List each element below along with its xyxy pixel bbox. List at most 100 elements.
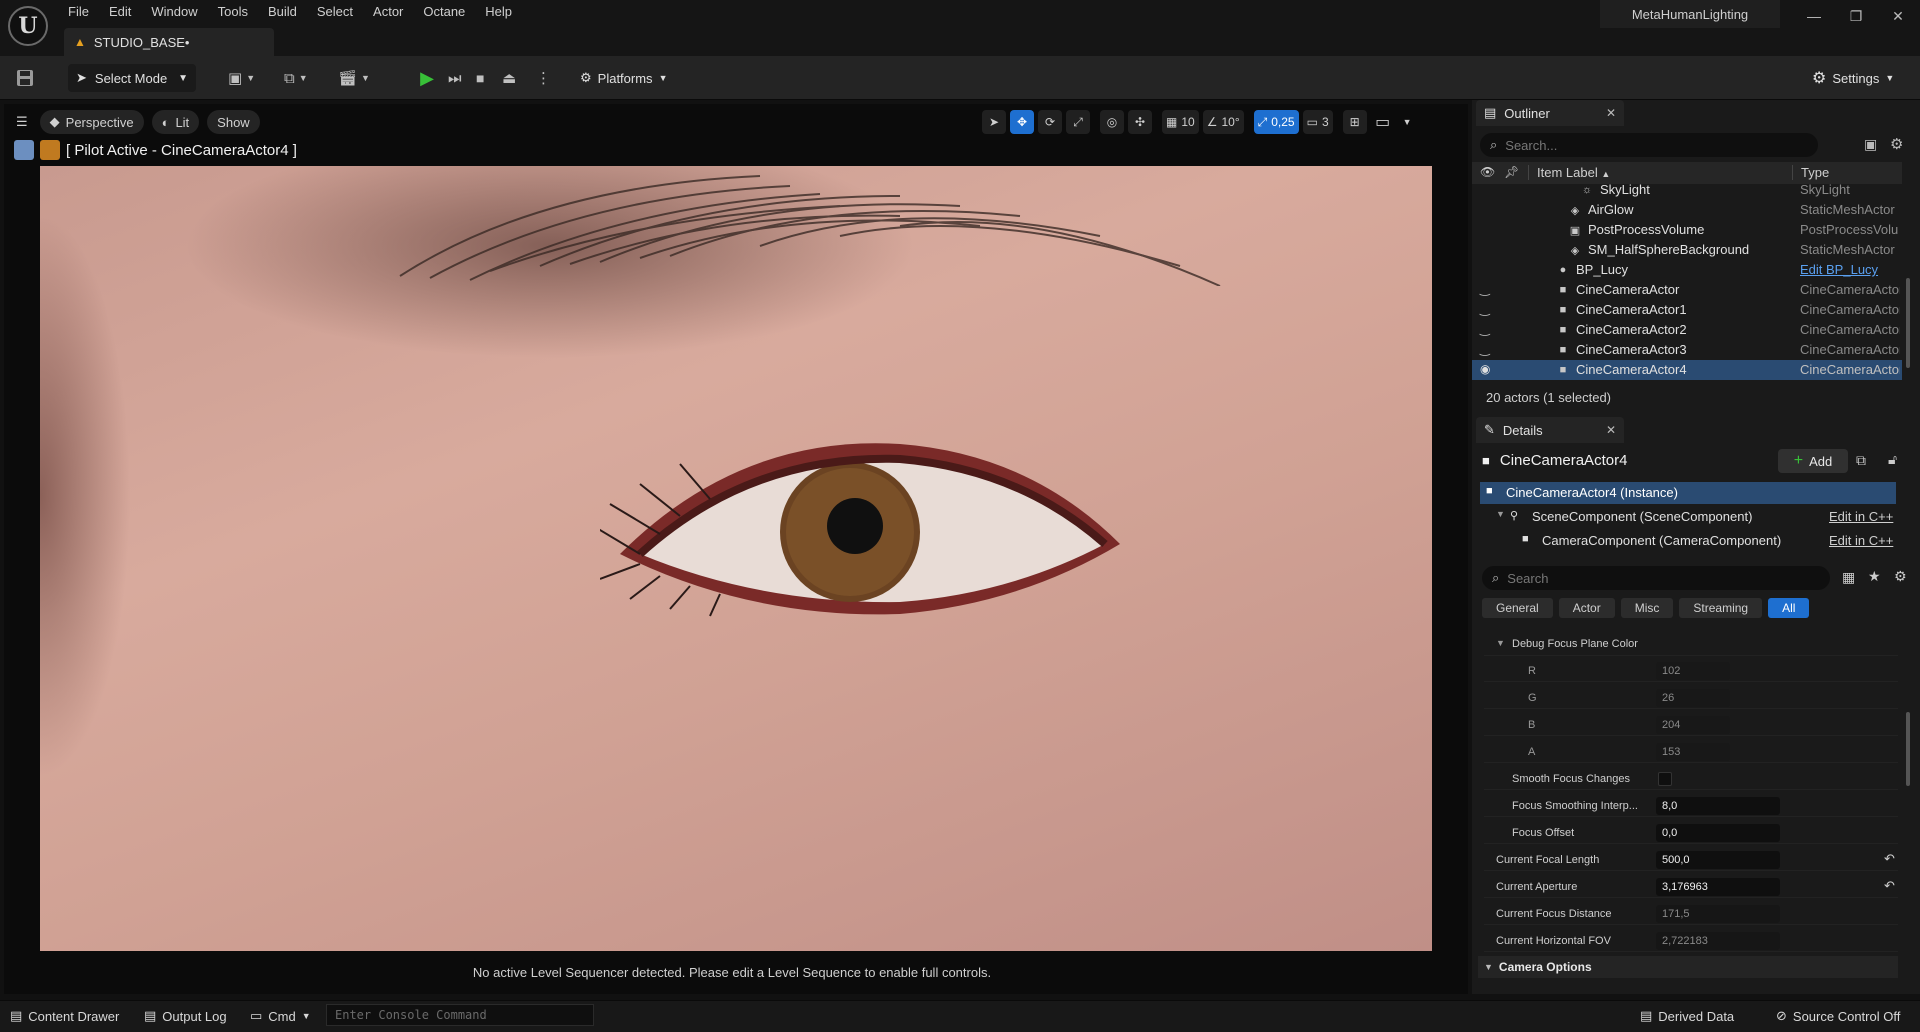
- smooth-focus-checkbox[interactable]: [1658, 772, 1672, 786]
- play-icon[interactable]: ▶: [416, 66, 438, 90]
- menu-help[interactable]: Help: [475, 2, 522, 22]
- item-label-header[interactable]: Item Label ▲: [1528, 165, 1610, 180]
- outliner-settings-icon[interactable]: ⚙: [1890, 135, 1903, 153]
- close-icon[interactable]: ✕: [1606, 106, 1616, 120]
- lit-button[interactable]: ◐ Lit: [151, 110, 200, 134]
- filter-streaming[interactable]: Streaming: [1679, 598, 1763, 618]
- reset-icon[interactable]: ↶: [1884, 878, 1895, 894]
- details-settings-icon[interactable]: ⚙: [1894, 568, 1907, 585]
- color-swatch[interactable]: [1656, 636, 1776, 654]
- hidden-eye-icon[interactable]: ‿: [1480, 342, 1496, 356]
- edit-blueprint-link[interactable]: Edit BP_Lucy: [1800, 262, 1900, 277]
- eject-pilot-icon[interactable]: [14, 140, 34, 160]
- expand-arrow-icon[interactable]: ▼: [1496, 638, 1505, 648]
- translate-tool-icon[interactable]: ✥: [1010, 110, 1034, 134]
- filter-general[interactable]: General: [1482, 598, 1553, 618]
- component-row[interactable]: ▼ ⚲ SceneComponent (SceneComponent) Edit…: [1480, 506, 1896, 528]
- blueprint-button[interactable]: ⧉ ▼: [284, 66, 308, 90]
- component-row[interactable]: ■ CameraComponent (CameraComponent) Edit…: [1480, 530, 1896, 552]
- focus-smoothing-field[interactable]: 8,0: [1656, 797, 1780, 815]
- pin-header-icon[interactable]: 📌︎: [1504, 165, 1519, 179]
- outliner-row[interactable]: ‿ ■ CineCameraActor CineCameraActor: [1472, 280, 1902, 300]
- a-value-field[interactable]: 153: [1656, 743, 1730, 761]
- table-view-icon[interactable]: ▦: [1842, 569, 1855, 586]
- world-space-icon[interactable]: ◎: [1100, 110, 1124, 134]
- tab-details[interactable]: ✎ Details ✕: [1476, 417, 1624, 443]
- menu-edit[interactable]: Edit: [99, 2, 141, 22]
- scale-snap-button[interactable]: ⤢ 0,25: [1253, 110, 1299, 134]
- hidden-eye-icon[interactable]: ‿: [1480, 322, 1496, 336]
- outliner-row[interactable]: ☼ SkyLight SkyLight: [1472, 180, 1902, 200]
- unreal-logo-icon[interactable]: U: [8, 6, 48, 46]
- restore-icon[interactable]: ❐: [1846, 6, 1866, 26]
- select-mode-dropdown[interactable]: ➤ Select Mode ▼: [68, 64, 196, 92]
- visible-eye-icon[interactable]: ◉: [1480, 362, 1496, 376]
- save-icon[interactable]: [14, 68, 36, 88]
- content-drawer-button[interactable]: ▤ Content Drawer: [10, 1006, 119, 1026]
- filter-all[interactable]: All: [1768, 598, 1810, 618]
- select-tool-icon[interactable]: ➤: [982, 110, 1006, 134]
- edit-in-cpp-link[interactable]: Edit in C++: [1829, 533, 1893, 548]
- filter-actor[interactable]: Actor: [1558, 598, 1615, 618]
- menu-octane[interactable]: Octane: [413, 2, 475, 22]
- visibility-header-icon[interactable]: 👁︎: [1480, 165, 1495, 179]
- outliner-row[interactable]: ● BP_Lucy Edit BP_Lucy: [1472, 260, 1902, 280]
- expand-arrow-icon[interactable]: ▼: [1496, 509, 1505, 519]
- grid-snap-button[interactable]: ▦ 10: [1162, 110, 1199, 134]
- close-window-icon[interactable]: ✕: [1888, 6, 1908, 26]
- r-value-field[interactable]: 102: [1656, 662, 1730, 680]
- star-icon[interactable]: ★: [1868, 568, 1881, 585]
- menu-actor[interactable]: Actor: [363, 2, 413, 22]
- more-options-icon[interactable]: ⋮: [536, 66, 551, 90]
- g-value-field[interactable]: 26: [1656, 689, 1730, 707]
- reset-icon[interactable]: ↶: [1884, 851, 1895, 867]
- outliner-row[interactable]: ▣ PostProcessVolume PostProcessVolu: [1472, 220, 1902, 240]
- settings-dropdown[interactable]: ⚙ Settings ▼: [1812, 64, 1912, 92]
- edit-in-cpp-link[interactable]: Edit in C++: [1829, 509, 1893, 524]
- console-command-input[interactable]: Enter Console Command: [326, 1004, 594, 1026]
- perspective-button[interactable]: ◆ Perspective: [39, 110, 144, 134]
- blueprint-convert-icon[interactable]: ⧉: [1856, 452, 1866, 469]
- details-scrollbar[interactable]: [1906, 712, 1910, 786]
- cinematics-button[interactable]: 🎬︎ ▼: [338, 66, 370, 90]
- output-log-button[interactable]: ▤ Output Log: [144, 1006, 227, 1026]
- platforms-dropdown[interactable]: ⚙ Platforms ▼: [580, 64, 680, 92]
- show-button[interactable]: Show: [207, 110, 260, 134]
- type-header[interactable]: Type: [1792, 165, 1829, 180]
- surface-snap-icon[interactable]: ✣: [1128, 110, 1152, 134]
- component-row-instance[interactable]: ■ CineCameraActor4 (Instance): [1480, 482, 1896, 504]
- layout-icon[interactable]: ▭: [1371, 110, 1395, 134]
- camera-speed-button[interactable]: ▭ 3: [1302, 110, 1333, 134]
- outliner-row-selected[interactable]: ◉ ■ CineCameraActor4 CineCameraActor: [1472, 360, 1902, 380]
- b-value-field[interactable]: 204: [1656, 716, 1730, 734]
- tab-outliner[interactable]: ▤ Outliner ✕: [1476, 100, 1624, 126]
- step-icon[interactable]: ⏭: [448, 66, 462, 90]
- hidden-eye-icon[interactable]: ‿: [1480, 282, 1496, 296]
- details-search-input[interactable]: ⌕ Search: [1482, 566, 1830, 590]
- close-icon[interactable]: ✕: [1606, 423, 1616, 437]
- viewport-menu-button[interactable]: ☰: [12, 110, 32, 134]
- focal-length-field[interactable]: 500,0: [1656, 851, 1780, 869]
- menu-file[interactable]: File: [58, 2, 99, 22]
- outliner-row[interactable]: ◈ SM_HalfSphereBackground StaticMeshActo…: [1472, 240, 1902, 260]
- menu-tools[interactable]: Tools: [208, 2, 258, 22]
- outliner-row[interactable]: ◈ AirGlow StaticMeshActor: [1472, 200, 1902, 220]
- scale-tool-icon[interactable]: ⤢: [1066, 110, 1090, 134]
- outliner-row[interactable]: ‿ ■ CineCameraActor2 CineCameraActor: [1472, 320, 1902, 340]
- outliner-scrollbar[interactable]: [1906, 278, 1910, 368]
- rotate-tool-icon[interactable]: ⟳: [1038, 110, 1062, 134]
- hidden-eye-icon[interactable]: ‿: [1480, 302, 1496, 316]
- source-control-button[interactable]: ⊘ Source Control Off: [1776, 1006, 1900, 1026]
- add-actor-button[interactable]: ▣ ▼: [228, 66, 255, 90]
- chevron-down-icon[interactable]: ▼: [1399, 110, 1416, 134]
- derived-data-button[interactable]: ▤ Derived Data: [1640, 1006, 1734, 1026]
- outliner-search-input[interactable]: ⌕ Search...: [1480, 133, 1818, 157]
- cmd-dropdown[interactable]: ▭ Cmd ▼: [250, 1006, 311, 1026]
- aperture-field[interactable]: 3,176963: [1656, 878, 1780, 896]
- lock-icon[interactable]: 🔓︎: [1888, 451, 1897, 468]
- eject-icon[interactable]: ⏏: [502, 66, 516, 90]
- camera-options-section[interactable]: ▼ Camera Options: [1478, 956, 1898, 978]
- outliner-row[interactable]: ‿ ■ CineCameraActor3 CineCameraActor: [1472, 340, 1902, 360]
- minimize-icon[interactable]: —: [1804, 6, 1824, 26]
- menu-window[interactable]: Window: [141, 2, 207, 22]
